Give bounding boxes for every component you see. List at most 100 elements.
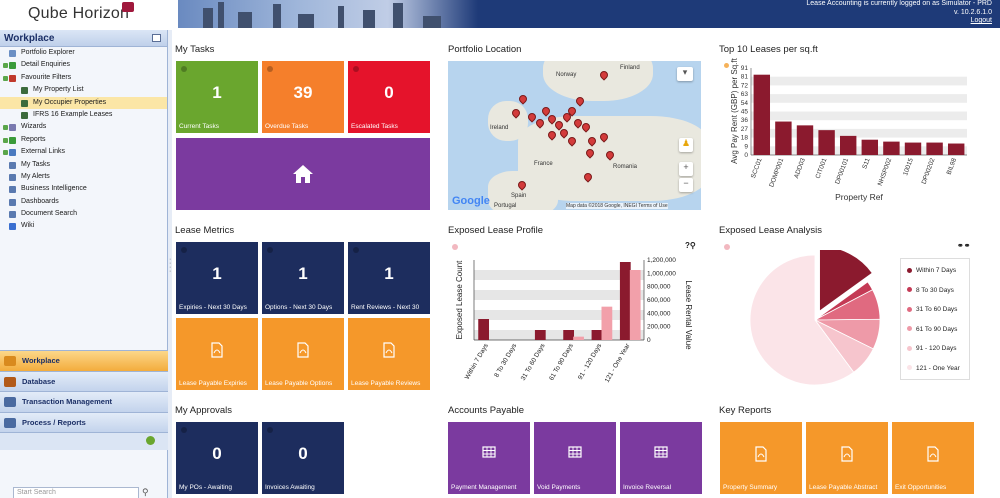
property-summary-tile[interactable]: Property Summary: [720, 422, 802, 494]
count-bar: [534, 330, 546, 340]
tile-value: 0: [212, 444, 222, 463]
expand-icon[interactable]: [3, 75, 8, 81]
link-icon: [9, 149, 16, 157]
sidebar-item[interactable]: My Alerts: [0, 171, 167, 183]
y-tick-label: 27: [741, 126, 749, 133]
lease-payable-abstract-tile[interactable]: Lease Payable Abstract: [806, 422, 888, 494]
legend-label: 31 To 60 Days: [916, 306, 958, 313]
count-bar: [478, 319, 490, 340]
legend-swatch: [907, 365, 912, 371]
sidebar-item[interactable]: IFRS 16 Example Leases: [0, 109, 167, 121]
legend-item[interactable]: 61 To 90 Days: [907, 326, 957, 333]
sidebar-item[interactable]: Detail Enquiries: [0, 59, 167, 71]
sidebar-item[interactable]: Dashboards: [0, 196, 167, 208]
tile-value: 1: [212, 264, 222, 283]
invoices-awaiting-tile[interactable]: 0 Invoices Awaiting: [262, 422, 344, 494]
config-icon[interactable]: [146, 436, 155, 445]
search-icon[interactable]: ⚲: [142, 487, 154, 498]
sidebar-item[interactable]: My Tasks: [0, 159, 167, 171]
map-dropdown-icon[interactable]: ▾: [677, 67, 693, 81]
current-tasks-tile[interactable]: 1 Current Tasks: [176, 61, 258, 133]
my-pos-tile[interactable]: 0 My POs - Awaiting: [176, 422, 258, 494]
expand-icon[interactable]: [3, 150, 8, 156]
options-tile[interactable]: 1 Options - Next 30 Days: [262, 242, 344, 314]
map-label-france: France: [534, 161, 553, 167]
lease-payable-expiries-tile[interactable]: Lease Payable Expiries: [176, 318, 258, 390]
search-input[interactable]: Start Search: [13, 487, 139, 498]
street-view-icon[interactable]: ♟: [679, 138, 693, 152]
nav-button[interactable]: Workplace: [0, 350, 168, 371]
legend-label: 8 To 30 Days: [916, 286, 954, 294]
sidebar-item[interactable]: Favourite Filters: [0, 72, 167, 84]
legend-item[interactable]: 8 To 30 Days: [907, 287, 954, 294]
login-status: Lease Accounting is currently logged on …: [806, 0, 992, 7]
payment-management-tile[interactable]: Payment Management: [448, 422, 530, 494]
binoculars-icon[interactable]: ⚭⚭: [957, 241, 970, 250]
tasks-icon: [9, 161, 16, 169]
x-tick-label: DP00101: [834, 157, 850, 185]
sidebar-item[interactable]: Reports: [0, 134, 167, 146]
zoom-out-button[interactable]: −: [679, 178, 693, 192]
exit-opportunities-tile[interactable]: Exit Opportunities: [892, 422, 974, 494]
zoom-in-button[interactable]: +: [679, 162, 693, 176]
tile-label: Exit Opportunities: [895, 484, 947, 491]
top10-chart: 09182736455463728191SCC01 DOMP001 ADD03 CIT…: [730, 57, 967, 202]
top10-title: Top 10 Leases per sq.ft: [719, 44, 818, 55]
void-payments-tile[interactable]: Void Payments: [534, 422, 616, 494]
map-label-portugal: Portugal: [494, 203, 517, 209]
sidebar-item[interactable]: Wizards: [0, 121, 167, 133]
x-tick-label: NHSP002: [877, 157, 894, 187]
logout-link[interactable]: Logout: [806, 17, 992, 26]
portfolio-map[interactable]: Norway Finland Ireland France Romania Sp…: [448, 61, 701, 210]
expiries-tile[interactable]: 1 Expiries - Next 30 Days: [176, 242, 258, 314]
y2-tick-label: 400,000: [647, 310, 671, 317]
expand-icon[interactable]: [3, 125, 8, 131]
sidebar-item[interactable]: Wiki: [0, 220, 167, 232]
workplace-icon: [4, 356, 16, 366]
legend-item[interactable]: 31 To 60 Days: [907, 306, 957, 313]
filter-icon: [9, 74, 16, 82]
sidebar-item[interactable]: External Links: [0, 146, 167, 158]
nav-button[interactable]: Transaction Management: [0, 391, 168, 412]
x-tick-label: ADD03: [793, 157, 807, 179]
pin-icon[interactable]: [152, 34, 161, 42]
sidebar-item[interactable]: My Property List: [0, 84, 167, 96]
lease-payable-options-tile[interactable]: Lease Payable Options: [262, 318, 344, 390]
y2-tick-label: 1,000,000: [647, 270, 676, 277]
lease-metrics-title: Lease Metrics: [175, 225, 235, 236]
rent-reviews-tile[interactable]: 1 Rent Reviews - Next 30: [348, 242, 430, 314]
invoice-reversal-tile[interactable]: Invoice Reversal: [620, 422, 702, 494]
sidebar-item[interactable]: My Occupier Properties: [0, 96, 167, 109]
grid-band: [751, 94, 967, 103]
tile-label: Current Tasks: [179, 123, 219, 130]
legend-item[interactable]: 121 - One Year: [907, 365, 960, 372]
legend-item[interactable]: 91 - 120 Days: [907, 345, 956, 352]
sidebar-item-label: Detail Enquiries: [21, 61, 71, 69]
legend-swatch: [907, 267, 912, 273]
pdf-icon: [297, 342, 309, 358]
splitter-grip-icon[interactable]: · · · ·: [169, 256, 171, 275]
key-reports-title: Key Reports: [719, 405, 772, 416]
grid-band: [474, 310, 644, 320]
grid-band: [751, 111, 967, 121]
sidebar-item[interactable]: Business Intelligence: [0, 183, 167, 195]
legend-item[interactable]: Within 7 Days: [907, 267, 956, 274]
nav-button[interactable]: Process / Reports: [0, 411, 168, 432]
expand-icon[interactable]: [3, 137, 8, 143]
overdue-tasks-tile[interactable]: 39 Overdue Tasks: [262, 61, 344, 133]
nav-button[interactable]: Database: [0, 370, 168, 391]
tile-indicator-icon: [267, 66, 273, 72]
escalated-tasks-tile[interactable]: 0 Escalated Tasks: [348, 61, 430, 133]
portfolio-location-title: Portfolio Location: [448, 44, 522, 55]
x-axis-label: Property Ref: [835, 192, 883, 202]
map-label-ireland: Ireland: [490, 125, 509, 131]
sidebar-item[interactable]: Portfolio Explorer: [0, 47, 167, 59]
sidebar-item[interactable]: Document Search: [0, 208, 167, 220]
count-bar: [563, 330, 575, 340]
sidebar-item-label: IFRS 16 Example Leases: [33, 110, 113, 118]
home-tile[interactable]: [176, 138, 430, 210]
folder-icon: [9, 50, 16, 57]
expand-icon[interactable]: [3, 63, 8, 69]
app-logo: Qube Horizon: [0, 0, 178, 28]
lease-payable-reviews-tile[interactable]: Lease Payable Reviews: [348, 318, 430, 390]
